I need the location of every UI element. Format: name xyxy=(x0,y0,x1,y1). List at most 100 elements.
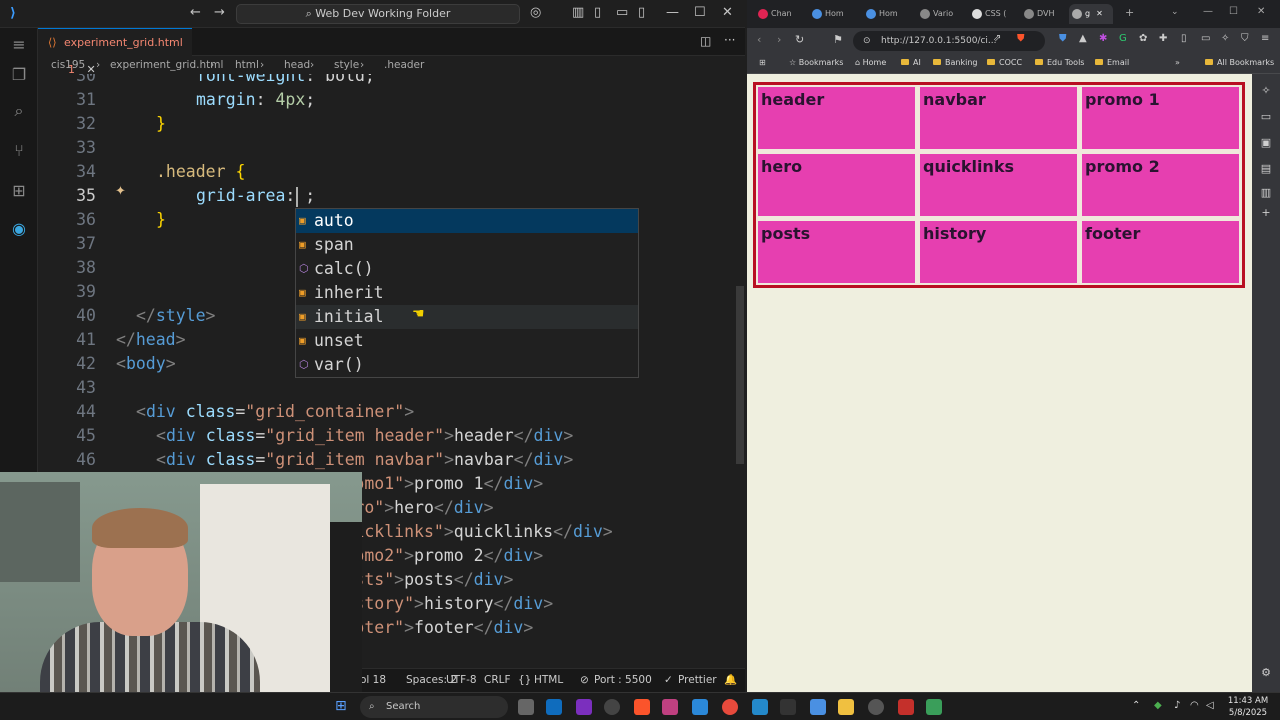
tray-icon[interactable]: ◆ xyxy=(1154,700,1162,711)
bell-icon[interactable]: 🔔 xyxy=(724,669,737,692)
bookmark-item[interactable]: ⌂ Home xyxy=(855,54,886,72)
reload-icon[interactable]: ↻ xyxy=(795,33,804,46)
suggestion-item[interactable]: ⬡ calc() xyxy=(296,257,638,281)
history-icon[interactable]: ▤ xyxy=(1259,162,1273,176)
app-icon[interactable] xyxy=(662,699,678,715)
menu-icon[interactable]: ≡ xyxy=(1261,33,1269,44)
wallet-icon[interactable]: ▣ xyxy=(1259,136,1273,150)
grammarly-icon[interactable]: G xyxy=(1119,33,1127,44)
browser-tab[interactable]: Vario xyxy=(917,4,963,24)
file-explorer-icon[interactable] xyxy=(838,699,854,715)
microphone-icon[interactable]: ♪ xyxy=(1174,700,1180,711)
extension-icon[interactable]: ⛊ xyxy=(1059,33,1067,44)
minimize-icon[interactable]: — xyxy=(666,5,679,20)
editor-scrollbar[interactable] xyxy=(736,286,744,464)
toggle-panel-icon[interactable]: ▭ xyxy=(616,5,628,20)
suggestion-item[interactable]: ⬡ var() xyxy=(296,353,638,377)
chrome-icon[interactable] xyxy=(722,699,738,715)
code-line[interactable]: 30 font-weight: bold; xyxy=(38,74,738,88)
suggestion-item[interactable]: ▣ span xyxy=(296,233,638,257)
breadcrumb-item[interactable]: experiment_grid.html xyxy=(110,56,223,74)
more-bookmarks-icon[interactable]: » xyxy=(1175,54,1180,72)
add-panel-icon[interactable]: + xyxy=(1259,206,1273,220)
browser-tab-active[interactable]: g ✕ xyxy=(1069,4,1113,24)
forward-icon[interactable]: › xyxy=(777,33,781,46)
status-eol[interactable]: CRLF xyxy=(484,669,511,692)
extension-icon[interactable]: ▲ xyxy=(1079,33,1087,44)
bookmark-folder[interactable]: COCC xyxy=(987,54,1022,72)
taskbar-search[interactable]: ⌕ Search xyxy=(360,696,508,718)
powerpoint-icon[interactable] xyxy=(898,699,914,715)
wifi-icon[interactable]: ◠ xyxy=(1190,700,1199,711)
bookmark-folder[interactable]: Email xyxy=(1095,54,1129,72)
bookmark-folder[interactable]: AI xyxy=(901,54,921,72)
explorer-icon[interactable]: ❐ xyxy=(8,64,30,86)
code-line[interactable]: 33 xyxy=(38,136,738,160)
vpn-icon[interactable]: ⛉ xyxy=(1241,33,1249,44)
code-line[interactable]: 44 <div class="grid_container"> xyxy=(38,400,738,424)
edge-devtools-icon[interactable]: ◉ xyxy=(8,218,30,240)
code-line[interactable]: 31 margin: 4px; xyxy=(38,88,738,112)
status-language[interactable]: HTML xyxy=(534,669,563,692)
forward-arrow-icon[interactable]: → xyxy=(214,5,225,20)
toggle-secondary-sidebar-icon[interactable]: ▯ xyxy=(638,5,645,20)
status-encoding[interactable]: UTF-8 xyxy=(446,669,477,692)
bookmark-icon[interactable]: ⚑ xyxy=(833,33,843,46)
site-info-icon[interactable]: ⊙ xyxy=(863,31,871,51)
extensions-puzzle-icon[interactable]: ✚ xyxy=(1159,33,1167,44)
extension-icon[interactable]: ✱ xyxy=(1099,33,1107,44)
wallet-icon[interactable]: ▭ xyxy=(1201,33,1210,44)
suggestion-item[interactable]: ▣ unset xyxy=(296,329,638,353)
source-control-icon[interactable]: ⑂ xyxy=(8,140,30,162)
maximize-icon[interactable]: ☐ xyxy=(1229,6,1238,17)
code-line[interactable]: 45 <div class="grid_item header">header</… xyxy=(38,424,738,448)
onenote-icon[interactable] xyxy=(576,699,592,715)
toggle-sidebar-icon[interactable]: ▯ xyxy=(594,5,601,20)
sparkle-icon[interactable]: ✦ xyxy=(115,184,126,199)
leo-ai-icon[interactable]: ✧ xyxy=(1221,33,1229,44)
status-live-server-port[interactable]: Port : 5500 xyxy=(594,669,652,692)
bookmark-item[interactable]: ☆ Bookmarks xyxy=(789,54,843,72)
suggestion-item[interactable]: ▣ auto xyxy=(296,209,638,233)
tab-experiment-grid[interactable]: ⟨⟩ experiment_grid.html 1 ✕ xyxy=(38,28,192,76)
leo-ai-icon[interactable]: ✧ xyxy=(1259,84,1273,98)
volume-icon[interactable]: ◁ xyxy=(1206,700,1214,711)
app-icon[interactable] xyxy=(692,699,708,715)
app-icon[interactable] xyxy=(780,699,796,715)
browser-tab[interactable]: Hom xyxy=(863,4,909,24)
copilot-icon[interactable] xyxy=(810,699,826,715)
code-line[interactable]: 34 .header { xyxy=(38,160,738,184)
breadcrumb-item[interactable]: .header xyxy=(384,56,424,74)
browser-tab[interactable]: CSS ( xyxy=(969,4,1015,24)
breadcrumb-item[interactable]: cis195 xyxy=(51,56,85,74)
code-line[interactable]: 43 xyxy=(38,376,738,400)
sidebar-icon[interactable]: ▯ xyxy=(1181,33,1187,44)
settings-gear-icon[interactable]: ⚙ xyxy=(1259,666,1273,680)
share-icon[interactable]: ⇗ xyxy=(993,33,1001,44)
copilot-icon[interactable]: ◎ xyxy=(530,5,541,20)
search-icon[interactable]: ⌕ xyxy=(8,100,30,122)
menu-icon[interactable]: ≡ xyxy=(8,34,30,56)
back-icon[interactable]: ‹ xyxy=(757,33,761,46)
layout-icon[interactable]: ▥ xyxy=(572,5,584,20)
browser-tab[interactable]: DVH xyxy=(1021,4,1067,24)
apps-icon[interactable]: ⊞ xyxy=(759,54,766,72)
close-window-icon[interactable]: ✕ xyxy=(1257,6,1265,17)
app-icon[interactable] xyxy=(868,699,884,715)
code-line[interactable]: 35 grid-area: ; xyxy=(38,184,738,208)
app-icon[interactable] xyxy=(604,699,620,715)
task-view-icon[interactable] xyxy=(518,699,534,715)
taskbar-clock[interactable]: 11:43 AM 5/8/2025 xyxy=(1222,695,1274,719)
brave-shield-icon[interactable]: ⛊ xyxy=(1017,33,1025,44)
tab-search-icon[interactable]: ⌄ xyxy=(1171,7,1179,17)
code-line[interactable]: 32} xyxy=(38,112,738,136)
breadcrumb-item[interactable]: head xyxy=(284,56,310,74)
status-cursor-position[interactable]: ol 18 xyxy=(360,669,386,692)
browser-tab[interactable]: Hom xyxy=(809,4,855,24)
tray-chevron-icon[interactable]: ⌃ xyxy=(1132,700,1140,711)
extension-icon[interactable]: ✿ xyxy=(1139,33,1147,44)
code-line[interactable]: 46 <div class="grid_item navbar">navbar</… xyxy=(38,448,738,472)
back-arrow-icon[interactable]: ← xyxy=(190,5,201,20)
vscode-taskbar-icon[interactable] xyxy=(752,699,768,715)
new-tab-icon[interactable]: + xyxy=(1125,6,1134,19)
